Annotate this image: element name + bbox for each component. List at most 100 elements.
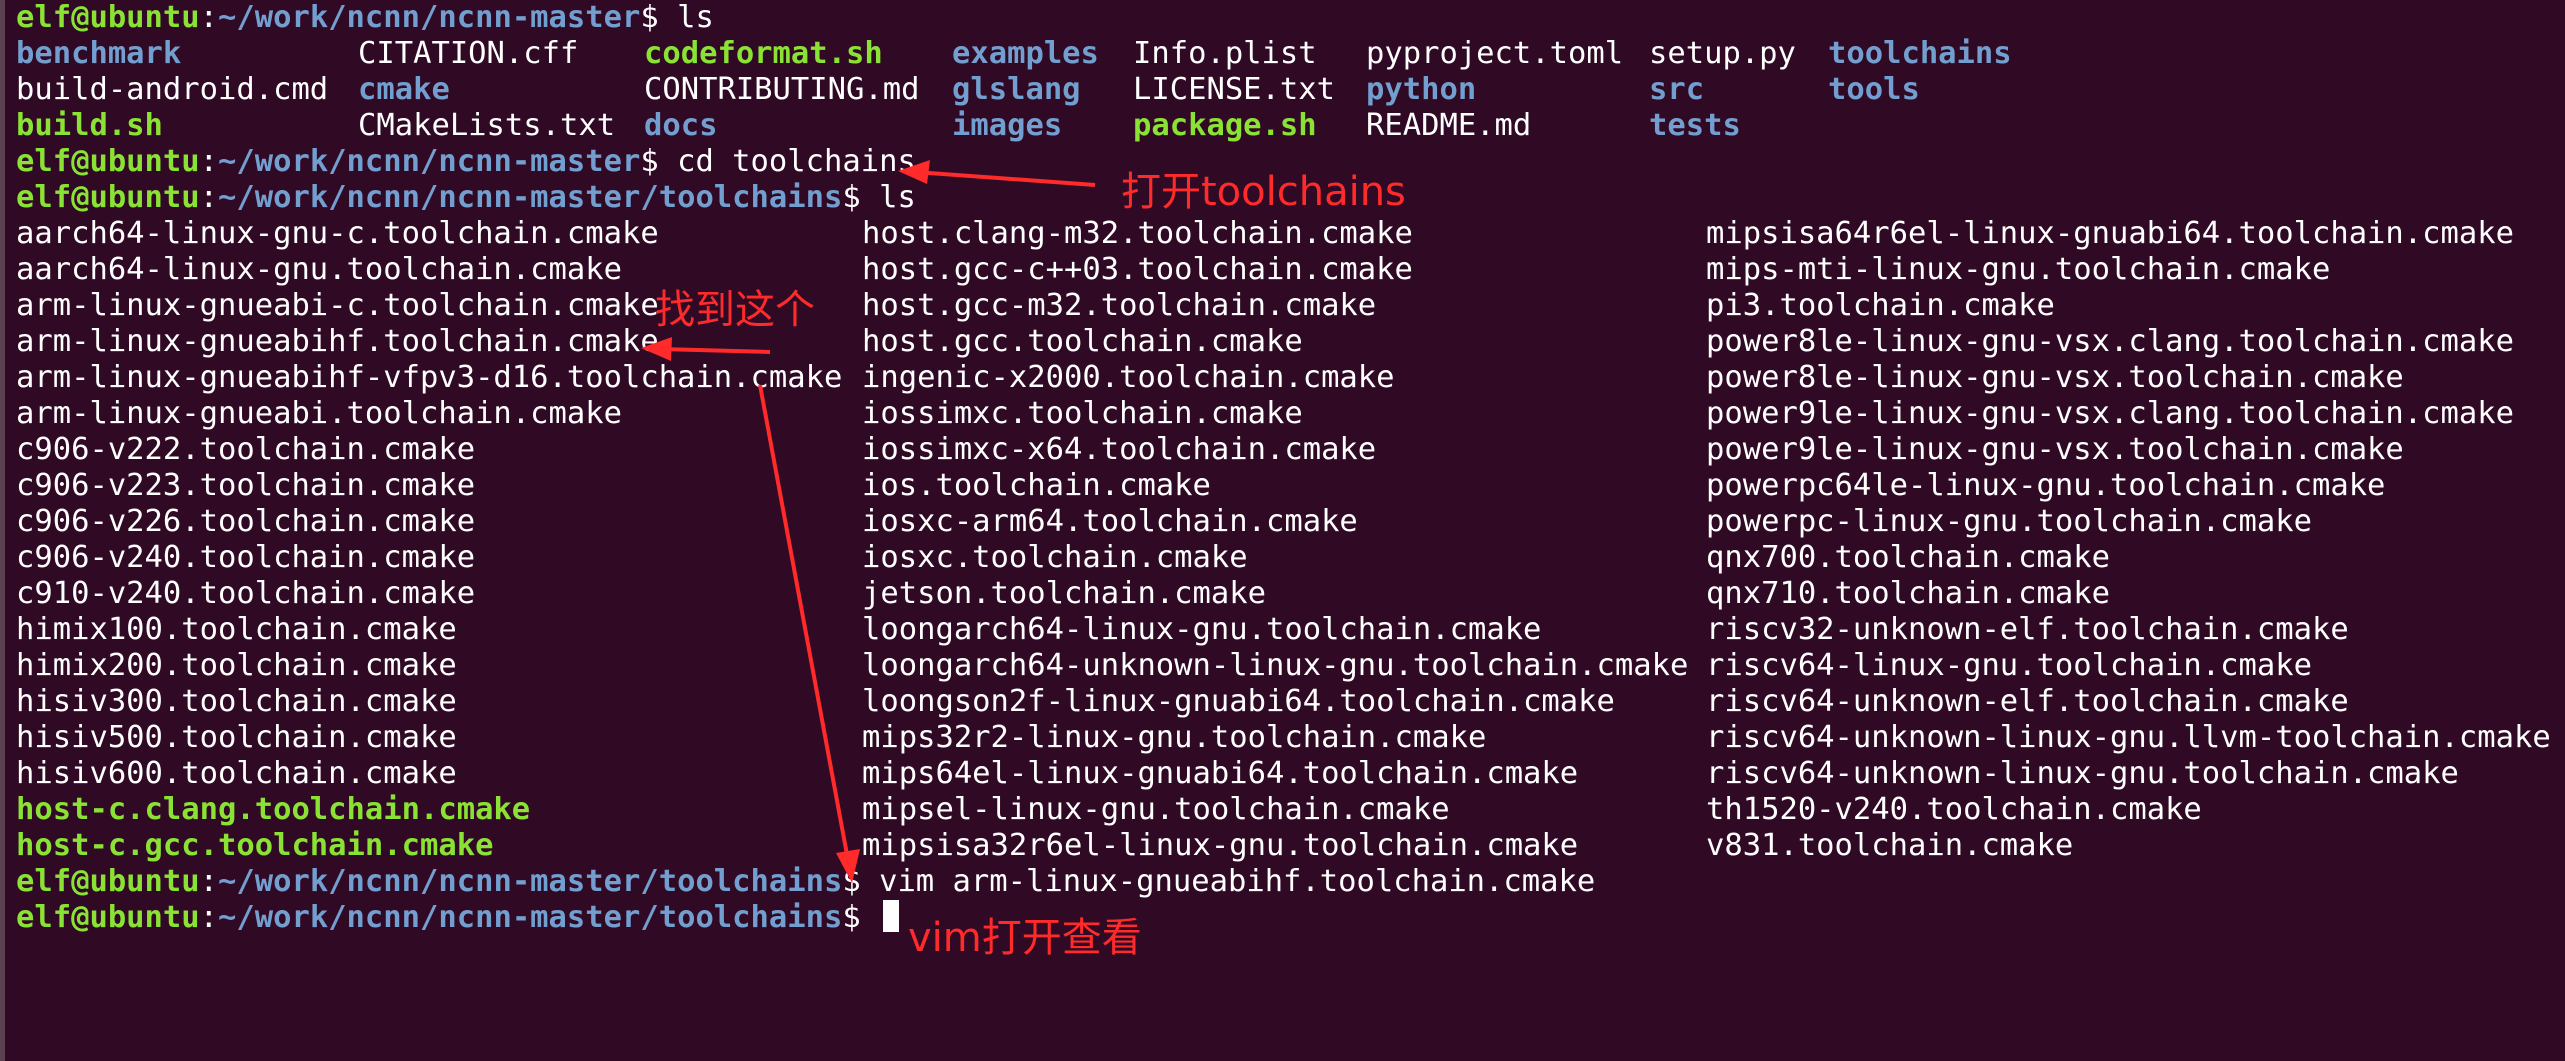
- file-entry: power8le-linux-gnu-vsx.toolchain.cmake: [1706, 360, 2404, 395]
- file-entry: himix100.toolchain.cmake: [16, 612, 457, 647]
- directory-entry: images: [952, 108, 1063, 143]
- ls-row: c906-v226.toolchain.cmake iosxc-arm64.too…: [16, 504, 2565, 540]
- file-entry: ios.toolchain.cmake: [862, 468, 1211, 503]
- ls-row: aarch64-linux-gnu-c.toolchain.cmake host.…: [16, 216, 2565, 252]
- ls-row: hisiv300.toolchain.cmake loongson2f-linux…: [16, 684, 2565, 720]
- prompt-user: elf@ubuntu: [16, 0, 200, 35]
- file-entry: mipsisa64r6el-linux-gnuabi64.toolchain.c…: [1706, 216, 2514, 251]
- file-entry: powerpc64le-linux-gnu.toolchain.cmake: [1706, 468, 2386, 503]
- file-entry: mipsisa32r6el-linux-gnu.toolchain.cmake: [862, 828, 1579, 863]
- directory-entry: docs: [644, 108, 718, 143]
- file-entry: riscv64-unknown-linux-gnu.toolchain.cmak…: [1706, 756, 2459, 791]
- command-text: cd toolchains: [677, 144, 916, 179]
- file-entry: aarch64-linux-gnu.toolchain.cmake: [16, 252, 622, 287]
- directory-entry: glslang: [952, 72, 1081, 107]
- ls-row: c906-v222.toolchain.cmake iossimxc-x64.to…: [16, 432, 2565, 468]
- file-entry: riscv64-unknown-elf.toolchain.cmake: [1706, 684, 2349, 719]
- file-entry: c910-v240.toolchain.cmake: [16, 576, 476, 611]
- ls-row: hisiv600.toolchain.cmake mips64el-linux-g…: [16, 756, 2565, 792]
- file-entry: LICENSE.txt: [1133, 72, 1335, 107]
- file-entry: host.gcc-c++03.toolchain.cmake: [862, 252, 1413, 287]
- ls-row: host-c.clang.toolchain.cmake mipsel-linux…: [16, 792, 2565, 828]
- file-entry: CITATION.cff: [358, 36, 579, 71]
- file-entry: README.md: [1366, 108, 1532, 143]
- file-entry: th1520-v240.toolchain.cmake: [1706, 792, 2202, 827]
- file-entry: codeformat.sh: [644, 36, 883, 71]
- file-entry: Info.plist: [1133, 36, 1317, 71]
- file-entry: loongson2f-linux-gnuabi64.toolchain.cmak…: [862, 684, 1615, 719]
- ls-row: aarch64-linux-gnu.toolchain.cmake host.gc…: [16, 252, 2565, 288]
- file-entry: hisiv300.toolchain.cmake: [16, 684, 457, 719]
- file-entry: package.sh: [1133, 108, 1317, 143]
- annotation-find-this: 找到这个: [655, 287, 815, 333]
- file-entry: jetson.toolchain.cmake: [862, 576, 1266, 611]
- ls-row: build-android.cmd cmake CONTRIBUTING.md gls…: [16, 72, 2565, 108]
- ls-output-root: benchmark CITATION.cff codeformat.sh exampl…: [16, 36, 2565, 144]
- prompt-line: elf@ubuntu:~/work/ncnn/ncnn-master/toolc…: [16, 864, 1596, 899]
- ls-row: build.sh CMakeLists.txt docs images package.…: [16, 108, 2565, 144]
- ls-row: hisiv500.toolchain.cmake mips32r2-linux-g…: [16, 720, 2565, 756]
- file-entry: ingenic-x2000.toolchain.cmake: [862, 360, 1395, 395]
- file-entry: host-c.clang.toolchain.cmake: [16, 792, 531, 827]
- ls-row: benchmark CITATION.cff codeformat.sh exampl…: [16, 36, 2565, 72]
- ls-row: arm-linux-gnueabihf-vfpv3-d16.toolchain.…: [16, 360, 2565, 396]
- ls-row: arm-linux-gnueabi.toolchain.cmake iossimx…: [16, 396, 2565, 432]
- file-entry: iossimxc-x64.toolchain.cmake: [862, 432, 1377, 467]
- directory-entry: tools: [1828, 72, 1920, 107]
- file-entry: c906-v222.toolchain.cmake: [16, 432, 476, 467]
- prompt-path: ~/work/ncnn/ncnn-master: [218, 0, 641, 35]
- command-text: ls: [677, 0, 714, 35]
- ls-row: himix200.toolchain.cmake loongarch64-unkn…: [16, 648, 2565, 684]
- file-entry: mips-mti-linux-gnu.toolchain.cmake: [1706, 252, 2331, 287]
- file-entry: c906-v240.toolchain.cmake: [16, 540, 476, 575]
- annotation-vim-open: vim打开查看: [908, 915, 1142, 961]
- file-entry: riscv64-linux-gnu.toolchain.cmake: [1706, 648, 2312, 683]
- prompt-line: elf@ubuntu:~/work/ncnn/ncnn-master$ ls: [16, 0, 714, 35]
- directory-entry: benchmark: [16, 36, 182, 71]
- file-entry: host.gcc.toolchain.cmake: [862, 324, 1303, 359]
- file-entry: loongarch64-linux-gnu.toolchain.cmake: [862, 612, 1542, 647]
- command-text: ls: [879, 180, 916, 215]
- file-entry: arm-linux-gnueabi.toolchain.cmake: [16, 396, 622, 431]
- directory-entry: examples: [952, 36, 1099, 71]
- file-entry: arm-linux-gnueabihf.toolchain.cmake: [16, 324, 659, 359]
- file-entry: CMakeLists.txt: [358, 108, 616, 143]
- ls-row: himix100.toolchain.cmake loongarch64-linu…: [16, 612, 2565, 648]
- text-cursor: [883, 900, 900, 932]
- file-entry: pyproject.toml: [1366, 36, 1624, 71]
- annotation-open-toolchains: 打开toolchains: [1121, 169, 1406, 215]
- file-entry: host.gcc-m32.toolchain.cmake: [862, 288, 1377, 323]
- file-entry: CONTRIBUTING.md: [644, 72, 920, 107]
- terminal-window[interactable]: elf@ubuntu:~/work/ncnn/ncnn-master$ ls b…: [0, 0, 2565, 1061]
- file-entry: hisiv500.toolchain.cmake: [16, 720, 457, 755]
- ls-row: c906-v223.toolchain.cmake ios.toolchain.c…: [16, 468, 2565, 504]
- prompt-line-active[interactable]: elf@ubuntu:~/work/ncnn/ncnn-master/toolc…: [16, 900, 2565, 936]
- file-entry: mips64el-linux-gnuabi64.toolchain.cmake: [862, 756, 1579, 791]
- file-entry: power9le-linux-gnu-vsx.toolchain.cmake: [1706, 432, 2404, 467]
- directory-entry: cmake: [358, 72, 450, 107]
- file-entry: loongarch64-unknown-linux-gnu.toolchain.…: [862, 648, 1689, 683]
- directory-entry: toolchains: [1828, 36, 2012, 71]
- file-entry: host-c.gcc.toolchain.cmake: [16, 828, 494, 863]
- ls-row: arm-linux-gnueabihf.toolchain.cmake host.…: [16, 324, 2565, 360]
- file-entry: mipsel-linux-gnu.toolchain.cmake: [862, 792, 1450, 827]
- directory-entry: src: [1649, 72, 1705, 107]
- file-entry: riscv32-unknown-elf.toolchain.cmake: [1706, 612, 2349, 647]
- file-entry: c906-v226.toolchain.cmake: [16, 504, 476, 539]
- file-entry: mips32r2-linux-gnu.toolchain.cmake: [862, 720, 1487, 755]
- file-entry: arm-linux-gnueabihf-vfpv3-d16.toolchain.…: [16, 360, 843, 395]
- file-entry: himix200.toolchain.cmake: [16, 648, 457, 683]
- file-entry: build.sh: [16, 108, 163, 143]
- directory-entry: tests: [1649, 108, 1741, 143]
- command-text: vim arm-linux-gnueabihf.toolchain.cmake: [879, 864, 1596, 899]
- file-entry: qnx710.toolchain.cmake: [1706, 576, 2110, 611]
- file-entry: c906-v223.toolchain.cmake: [16, 468, 476, 503]
- ls-row: arm-linux-gnueabi-c.toolchain.cmake host.…: [16, 288, 2565, 324]
- file-entry: aarch64-linux-gnu-c.toolchain.cmake: [16, 216, 659, 251]
- file-entry: build-android.cmd: [16, 72, 329, 107]
- file-entry: pi3.toolchain.cmake: [1706, 288, 2055, 323]
- file-entry: setup.py: [1649, 36, 1796, 71]
- file-entry: power8le-linux-gnu-vsx.clang.toolchain.c…: [1706, 324, 2514, 359]
- file-entry: iosxc-arm64.toolchain.cmake: [862, 504, 1358, 539]
- file-entry: powerpc-linux-gnu.toolchain.cmake: [1706, 504, 2312, 539]
